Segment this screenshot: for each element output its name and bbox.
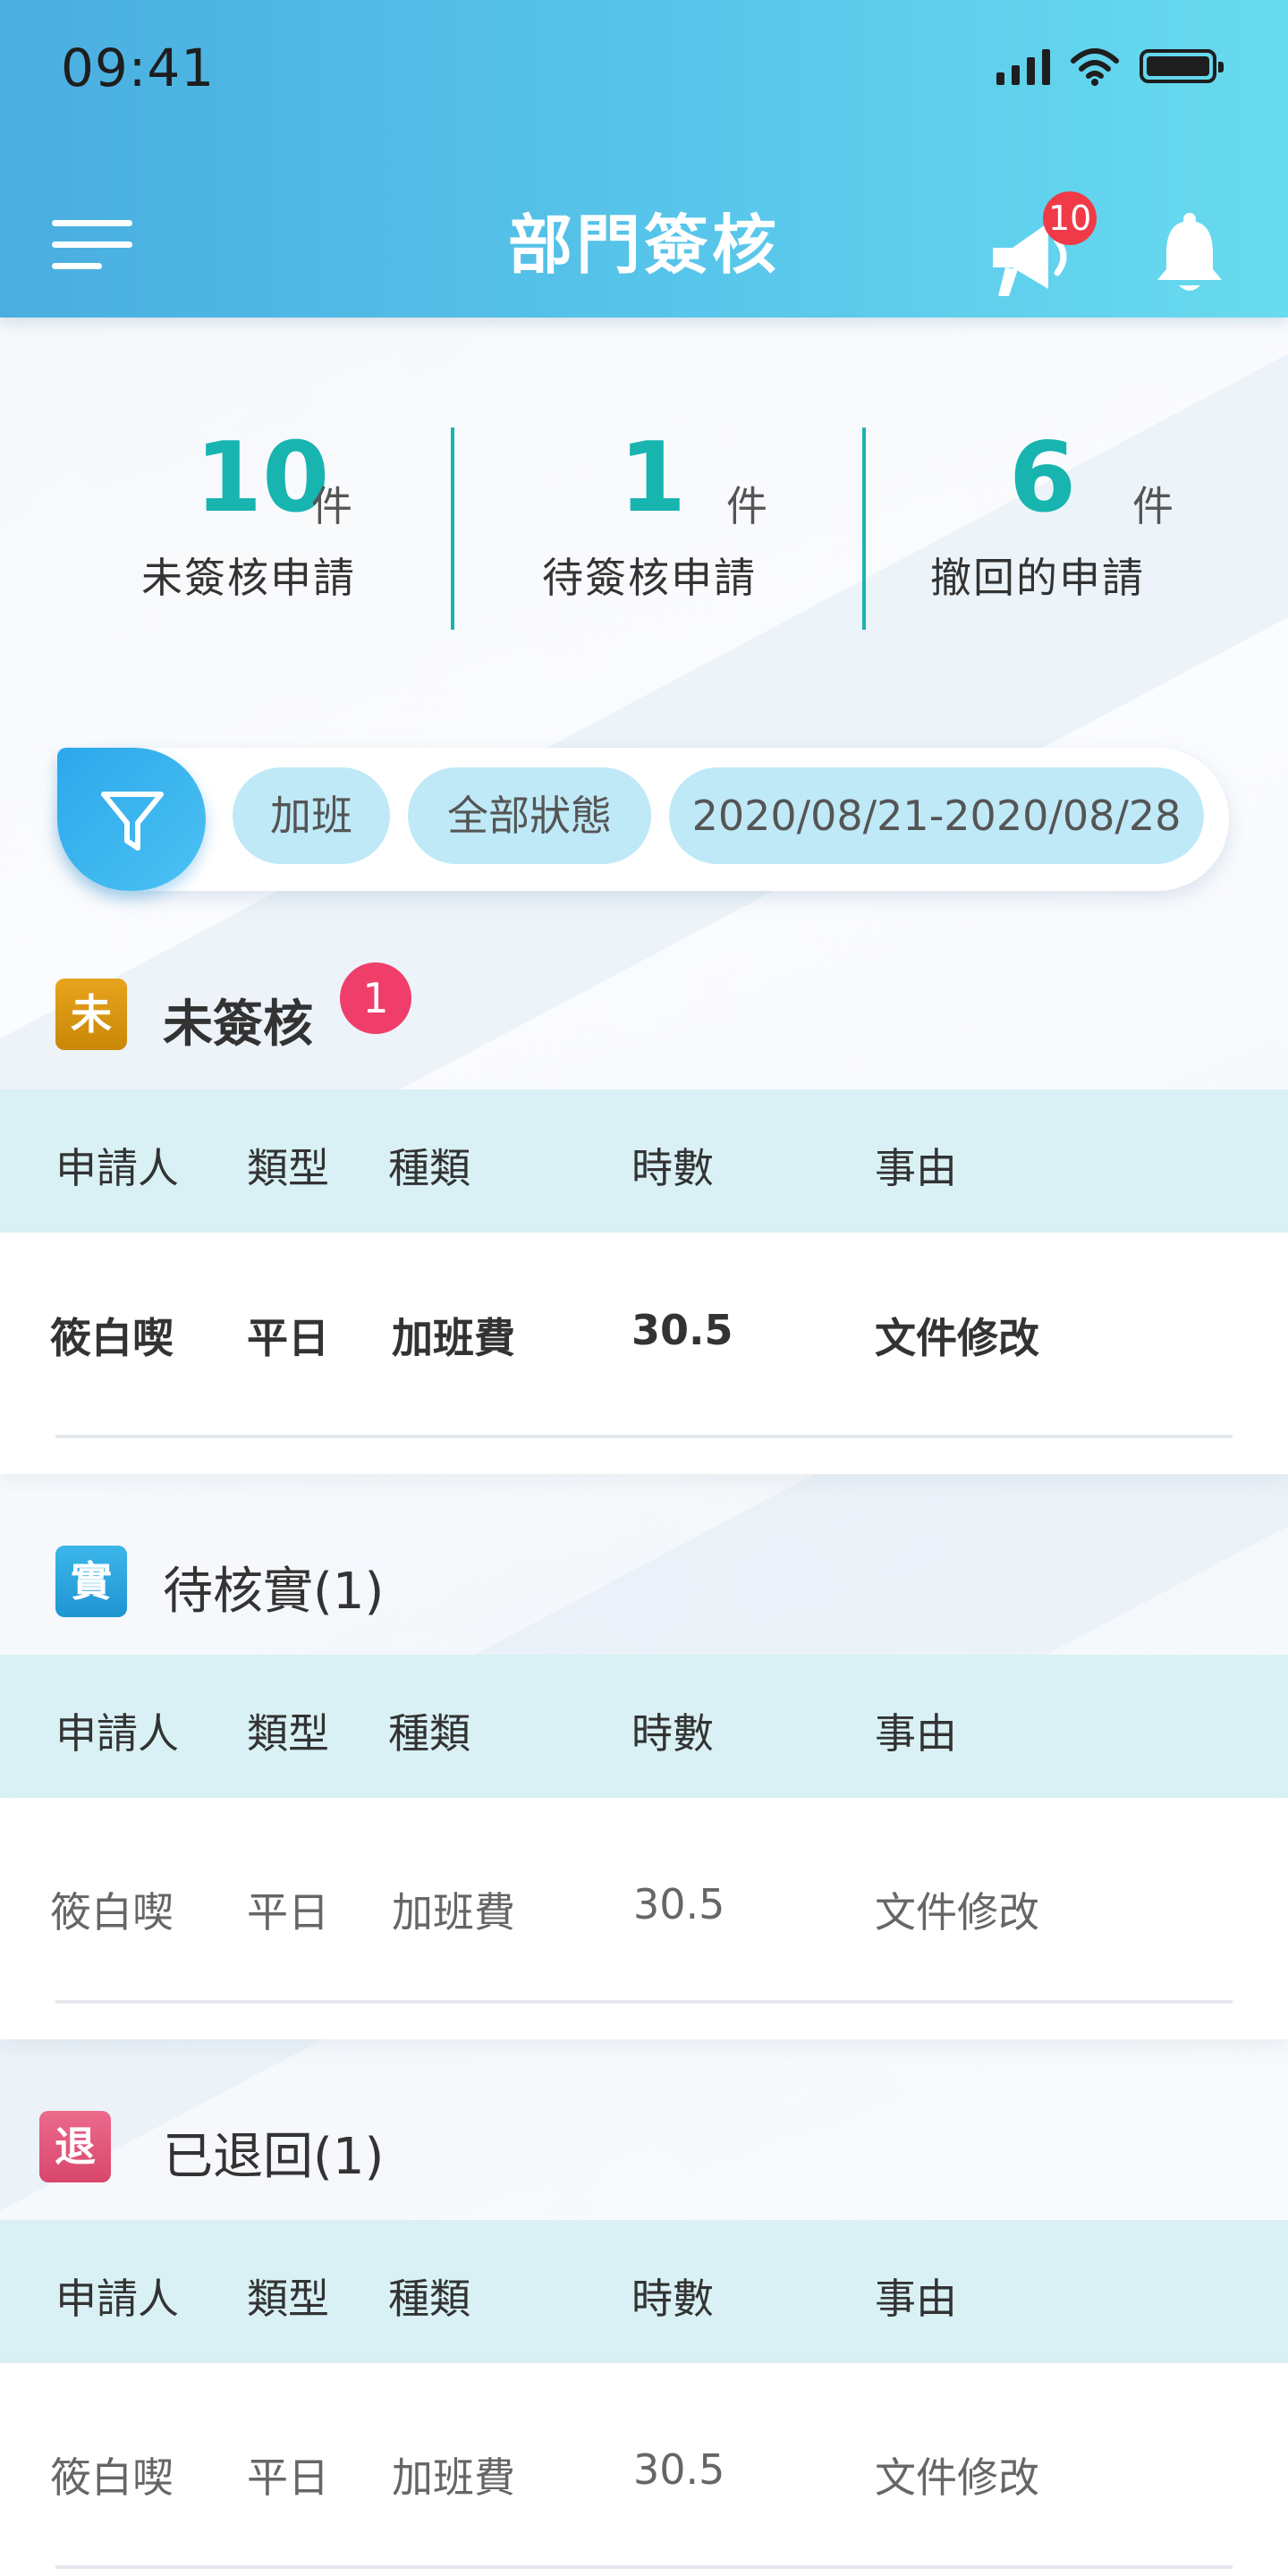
- column-kind: 種類: [388, 1709, 470, 1758]
- section-returned-icon: 退: [39, 2111, 111, 2182]
- cell-kind: 加班費: [392, 2453, 515, 2502]
- cell-reason: 文件修改: [875, 2453, 1039, 2502]
- filter-button[interactable]: [57, 748, 206, 891]
- filter-icon: [101, 792, 164, 851]
- column-applicant: 申請人: [55, 1144, 179, 1192]
- bell-icon[interactable]: [1154, 210, 1225, 296]
- column-hours: 時數: [631, 2275, 714, 2323]
- stat-unit: 件: [311, 482, 352, 530]
- cell-reason: 文件修改: [875, 1314, 1039, 1362]
- table-body: 筱白喫 平日 加班費 30.5 文件修改: [0, 1798, 1288, 2039]
- column-hours: 時數: [631, 1144, 714, 1192]
- filter-chip-date[interactable]: 2020/08/21-2020/08/28: [669, 767, 1204, 864]
- status-time: 09:41: [61, 38, 216, 98]
- stat-unit: 件: [726, 482, 767, 530]
- column-type: 類型: [247, 2275, 329, 2323]
- filter-chip-status[interactable]: 全部狀態: [408, 767, 651, 864]
- cell-kind: 加班費: [392, 1314, 515, 1362]
- cell-type: 平日: [247, 1888, 329, 1936]
- cell-hours: 30.5: [631, 1306, 733, 1354]
- stat-unsigned[interactable]: 10 件 未簽核申請: [52, 420, 445, 605]
- cell-hours: 30.5: [633, 1880, 725, 1928]
- stat-withdrawn[interactable]: 6 件 撤回的申請: [841, 420, 1234, 605]
- row-divider: [55, 2000, 1233, 2004]
- row-divider: [55, 1435, 1233, 1438]
- stat-divider: [451, 428, 454, 630]
- filter-chip-type[interactable]: 加班: [233, 767, 390, 864]
- cell-type: 平日: [247, 2453, 329, 2502]
- stat-unit: 件: [1132, 482, 1174, 530]
- table-row[interactable]: 筱白喫 平日 加班費 30.5 文件修改: [0, 1233, 1288, 1438]
- table-header: 申請人 類型 種類 時數 事由: [0, 2220, 1288, 2363]
- stat-label: 未簽核申請: [141, 554, 356, 602]
- stat-number: 1: [619, 422, 687, 534]
- status-icons: [996, 47, 1224, 86]
- column-kind: 種類: [388, 1144, 470, 1192]
- table-header: 申請人 類型 種類 時數 事由: [0, 1655, 1288, 1798]
- battery-icon: [1140, 49, 1224, 83]
- stat-label: 待簽核申請: [542, 554, 757, 602]
- table-body: 筱白喫 平日 加班費 30.5 文件修改: [0, 1233, 1288, 1474]
- stat-number: 6: [1009, 422, 1077, 534]
- signal-icon: [996, 47, 1050, 85]
- notification-count-badge: 10: [1043, 191, 1097, 245]
- row-divider: [55, 2565, 1233, 2569]
- column-applicant: 申請人: [55, 2275, 179, 2323]
- section-pending-title: 待核實(1): [163, 1563, 385, 1621]
- column-kind: 種類: [388, 2275, 470, 2323]
- table-header: 申請人 類型 種類 時數 事由: [0, 1089, 1288, 1233]
- table-body: 筱白喫 平日 加班費 30.5 文件修改: [0, 2363, 1288, 2576]
- cell-type: 平日: [247, 1314, 329, 1362]
- column-reason: 事由: [875, 2275, 957, 2323]
- cell-applicant: 筱白喫: [50, 2453, 174, 2502]
- section-returned-title: 已退回(1): [163, 2128, 385, 2186]
- table-row[interactable]: 筱白喫 平日 加班費 30.5 文件修改: [0, 2363, 1288, 2569]
- section-unsigned-icon: 未: [55, 979, 127, 1050]
- stat-pending[interactable]: 1 件 待簽核申請: [453, 420, 846, 605]
- wifi-icon: [1071, 48, 1119, 86]
- cell-applicant: 筱白喫: [50, 1888, 174, 1936]
- page-title: 部門簽核: [507, 208, 780, 283]
- section-pending-icon: 實: [55, 1546, 127, 1617]
- stat-divider: [862, 428, 866, 630]
- summary-stats: 10 件 未簽核申請 1 件 待簽核申請 6 件 撤回的申請: [0, 420, 1288, 635]
- cell-reason: 文件修改: [875, 1888, 1039, 1936]
- section-count-badge: 1: [340, 962, 411, 1034]
- column-type: 類型: [247, 1144, 329, 1192]
- column-reason: 事由: [875, 1709, 957, 1758]
- column-reason: 事由: [875, 1144, 957, 1192]
- cell-hours: 30.5: [633, 2445, 725, 2494]
- stat-label: 撤回的申請: [930, 554, 1145, 602]
- cell-applicant: 筱白喫: [50, 1314, 174, 1362]
- column-type: 類型: [247, 1709, 329, 1758]
- cell-kind: 加班費: [392, 1888, 515, 1936]
- section-unsigned-title: 未簽核: [163, 996, 313, 1054]
- column-hours: 時數: [631, 1709, 714, 1758]
- app-header: 09:41 部門簽核 10: [0, 0, 1288, 318]
- column-applicant: 申請人: [55, 1709, 179, 1758]
- table-row[interactable]: 筱白喫 平日 加班費 30.5 文件修改: [0, 1798, 1288, 2004]
- stat-number: 10: [195, 422, 330, 534]
